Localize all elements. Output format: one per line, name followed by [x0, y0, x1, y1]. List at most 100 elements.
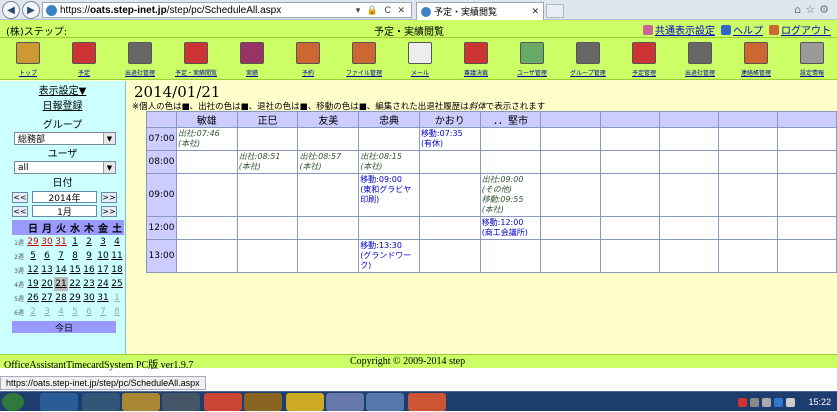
calendar-day[interactable]: 10 [96, 249, 110, 263]
schedule-cell[interactable] [418, 150, 481, 174]
calendar-day[interactable]: 11 [110, 249, 124, 263]
calendar-day[interactable]: 8 [68, 249, 82, 263]
next-month-button[interactable]: >> [101, 205, 117, 217]
taskbar-app-icon[interactable] [82, 393, 120, 411]
user-column-header[interactable]: 忠典 [358, 111, 420, 128]
calendar-day[interactable]: 17 [96, 263, 110, 277]
user-column-header[interactable]: 敏雄 [175, 111, 238, 128]
toolbar-item-user[interactable]: ユーザ管理 [504, 40, 560, 80]
schedule-entry[interactable]: 出社:08:57 (本社) [299, 152, 357, 172]
toolbar-item-contacts[interactable]: 連絡帳管理 [728, 40, 784, 80]
address-bar[interactable]: https:// oats.step-inet.jp /step/pc/Sche… [42, 2, 412, 18]
schedule-cell[interactable] [717, 150, 778, 174]
calendar-day[interactable]: 13 [40, 263, 54, 277]
daily-report-link[interactable]: 日報登録 [43, 101, 83, 112]
taskbar-ie-icon[interactable] [40, 393, 78, 411]
calendar-day[interactable]: 7 [54, 249, 68, 263]
schedule-cell[interactable] [776, 216, 837, 240]
calendar-day[interactable]: 27 [40, 291, 54, 305]
schedule-cell[interactable] [658, 239, 719, 273]
schedule-cell[interactable]: 出社:08:51 (本社) [236, 150, 299, 174]
calendar-week-link[interactable]: 4週 [12, 277, 26, 291]
taskbar-app-icon[interactable] [162, 393, 200, 411]
tray-icon[interactable] [738, 397, 748, 407]
group-select[interactable]: 総務部 ▼ [14, 132, 116, 145]
calendar-day[interactable]: 7 [96, 305, 110, 319]
toolbar-item-attendance-admin[interactable]: 出退社管理 [672, 40, 728, 80]
toolbar-item-schedule-admin[interactable]: 予定管理 [616, 40, 672, 80]
taskbar-chrome-icon[interactable] [204, 393, 242, 411]
calendar-day[interactable]: 31 [96, 291, 110, 305]
toolbar-item-mail[interactable]: メール [392, 40, 448, 80]
schedule-cell[interactable] [175, 150, 238, 174]
calendar-day[interactable]: 15 [68, 263, 82, 277]
schedule-cell[interactable] [236, 173, 299, 217]
browser-toolbar-icons[interactable]: ⌂☆⚙ [794, 3, 833, 16]
calendar-day[interactable]: 3 [40, 305, 54, 319]
settings-link[interactable]: 共通表示設定 [643, 22, 715, 37]
tray-icon[interactable] [786, 397, 796, 407]
schedule-entry[interactable]: 移動:07:35 (有休) [421, 129, 479, 149]
schedule-cell[interactable] [599, 150, 660, 174]
schedule-cell[interactable] [175, 239, 238, 273]
calendar-day[interactable]: 16 [82, 263, 96, 277]
help-link[interactable]: ヘルプ [721, 22, 763, 37]
toolbar-item-tools[interactable]: 設定情報 [784, 40, 837, 80]
calendar-day[interactable]: 12 [26, 263, 40, 277]
schedule-cell[interactable] [297, 173, 360, 217]
calendar-day[interactable]: 6 [82, 305, 96, 319]
today-button[interactable]: 今日 [12, 321, 116, 334]
tray-icon[interactable] [750, 397, 760, 407]
prev-month-button[interactable]: << [12, 205, 28, 217]
toolbar-item-schedule-view[interactable]: 予定・実績閲覧 [168, 40, 224, 80]
toolbar-item-attendance[interactable]: 出退社管理 [112, 40, 168, 80]
schedule-cell[interactable] [479, 127, 542, 151]
calendar-day[interactable]: 2 [26, 305, 40, 319]
calendar-day[interactable]: 18 [110, 263, 124, 277]
schedule-cell[interactable] [418, 216, 481, 240]
schedule-cell[interactable] [175, 216, 238, 240]
calendar-day[interactable]: 6 [40, 249, 54, 263]
schedule-cell[interactable] [717, 216, 778, 240]
toolbar-item-approval[interactable]: 稟議決裁 [448, 40, 504, 80]
schedule-cell[interactable]: 出社:09:00 (その他) 移動:09:55 (本社) [479, 173, 542, 217]
schedule-cell[interactable] [717, 239, 778, 273]
calendar-day[interactable]: 21 [54, 277, 68, 291]
schedule-entry[interactable]: 出社:07:46 (本社) [178, 129, 236, 149]
toolbar-item-results[interactable]: 実績 [224, 40, 280, 80]
schedule-entry[interactable]: 移動:12:00 (商工会議所) [482, 218, 540, 238]
user-select[interactable]: all ▼ [14, 161, 116, 174]
user-column-header[interactable]: 友美 [297, 111, 360, 128]
tray-icon[interactable] [762, 397, 772, 407]
calendar-day[interactable]: 1 [68, 235, 82, 249]
schedule-cell[interactable] [776, 173, 837, 217]
calendar-day[interactable]: 5 [26, 249, 40, 263]
schedule-cell[interactable]: 出社:07:46 (本社) [175, 127, 238, 151]
schedule-cell[interactable]: 移動:07:35 (有休) [418, 127, 481, 151]
taskbar-app-icon[interactable] [326, 393, 364, 411]
schedule-cell[interactable] [236, 127, 299, 151]
schedule-cell[interactable] [658, 173, 719, 217]
calendar-day[interactable]: 22 [68, 277, 82, 291]
calendar-day[interactable]: 25 [110, 277, 124, 291]
user-column-header[interactable]: 正巳 [236, 111, 299, 128]
schedule-cell[interactable] [297, 239, 360, 273]
prev-year-button[interactable]: << [12, 191, 28, 203]
toolbar-item-schedule[interactable]: 予定 [56, 40, 112, 80]
schedule-cell[interactable] [599, 239, 660, 273]
calendar-week-link[interactable]: 2週 [12, 249, 26, 263]
new-tab-button[interactable] [546, 4, 564, 18]
calendar-week-link[interactable]: 6週 [12, 305, 26, 319]
calendar-day[interactable]: 14 [54, 263, 68, 277]
calendar-day[interactable]: 24 [96, 277, 110, 291]
schedule-cell[interactable] [236, 239, 299, 273]
schedule-cell[interactable] [418, 239, 481, 273]
taskbar-app-icon[interactable] [366, 393, 404, 411]
user-column-header[interactable] [599, 111, 660, 128]
schedule-cell[interactable] [297, 216, 360, 240]
calendar-day[interactable]: 23 [82, 277, 96, 291]
taskbar-explorer-icon[interactable] [122, 393, 160, 411]
calendar-day[interactable]: 5 [68, 305, 82, 319]
schedule-cell[interactable] [776, 239, 837, 273]
schedule-cell[interactable]: 移動:09:00 (東和グラビヤ印刷) [358, 173, 420, 217]
